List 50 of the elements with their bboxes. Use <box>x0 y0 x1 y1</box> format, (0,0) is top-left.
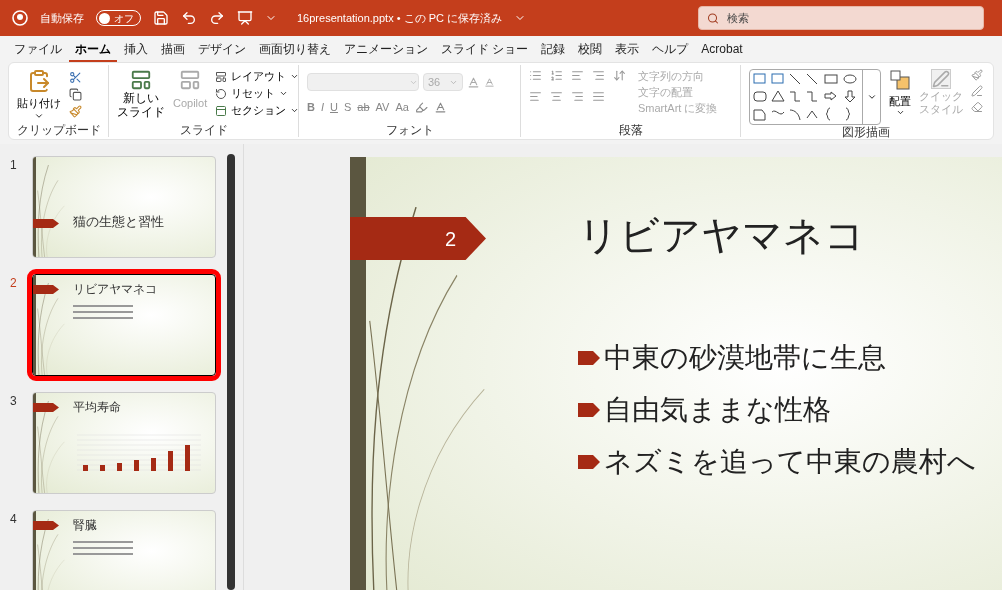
arrange-button[interactable]: 配置 <box>889 69 911 125</box>
format-button[interactable]: B <box>307 99 315 116</box>
format-button[interactable]: I <box>320 99 324 116</box>
ribbon-tab[interactable]: アニメーション <box>338 38 434 62</box>
slide-number: 2 <box>10 275 18 292</box>
group-label: スライド <box>179 123 228 137</box>
bullet-text: 中東の砂漠地帯に生息 <box>604 341 886 375</box>
ribbon-tab[interactable]: 校閲 <box>572 38 609 62</box>
format-button[interactable]: U <box>330 99 338 116</box>
group-label: フォント <box>385 123 434 137</box>
ribbon-tab[interactable]: Acrobat <box>695 38 749 62</box>
slide-number: 1 <box>10 157 18 174</box>
ribbon-tab[interactable]: 表示 <box>609 38 646 62</box>
format-button[interactable]: AV <box>375 99 390 116</box>
ribbon-tab[interactable]: 挿入 <box>118 38 154 62</box>
slide-thumbnail[interactable]: 猫の生態と習性 <box>32 156 216 258</box>
file-name[interactable]: 16presentation.pptx • この PC に保存済み <box>297 9 502 27</box>
paste-button[interactable]: 貼り付け <box>17 69 61 123</box>
format-button[interactable]: S <box>343 99 352 116</box>
slide-menu-button[interactable]: セクション <box>215 103 300 118</box>
thumbnail-title: 腎臓 <box>73 517 97 534</box>
slide-thumbnail[interactable]: 腎臓 <box>32 510 216 590</box>
ribbon-tab[interactable]: 画面切り替え <box>253 38 337 62</box>
thumbnail-title: リビアヤマネコ <box>73 281 157 298</box>
group-label: クリップボード <box>16 123 101 137</box>
thumbnail-title: 猫の生態と習性 <box>73 213 164 231</box>
group-label: 図形描画 <box>842 125 890 139</box>
ribbon-tab[interactable]: 描画 <box>155 38 191 62</box>
ribbon-tab[interactable]: デザイン <box>192 38 252 62</box>
slide-menu-button[interactable]: リセット <box>215 86 300 101</box>
bullet-text: ネズミを追って中東の農村へ <box>604 445 976 479</box>
autosave-label: 自動保存 <box>40 10 84 26</box>
ribbon-tab[interactable]: スライド ショー <box>435 38 535 62</box>
ribbon-tab[interactable]: ヘルプ <box>646 38 695 62</box>
format-button[interactable]: ab <box>357 99 370 116</box>
slide-title: リビアヤマネコ <box>578 213 865 257</box>
search-field[interactable]: 検索 <box>698 6 984 30</box>
slide-number: 4 <box>10 511 18 528</box>
slide-thumbnail[interactable]: 平均寿命 <box>32 392 216 494</box>
bullet-text: 自由気ままな性格 <box>604 393 831 427</box>
ribbon-tab[interactable]: ファイル <box>8 38 68 62</box>
new-slide-button[interactable]: 新しい スライド <box>117 69 165 123</box>
search-input[interactable]: 検索 <box>727 9 975 27</box>
slide-number-label: 2 <box>444 226 456 252</box>
slide-menu-button[interactable]: レイアウト <box>215 69 300 84</box>
slide-number: 3 <box>10 393 18 410</box>
format-button[interactable]: Aa <box>395 99 409 116</box>
ribbon-tab[interactable]: 記録 <box>535 38 572 62</box>
group-label: 段落 <box>618 123 643 137</box>
thumbnail-title: 平均寿命 <box>73 399 121 416</box>
